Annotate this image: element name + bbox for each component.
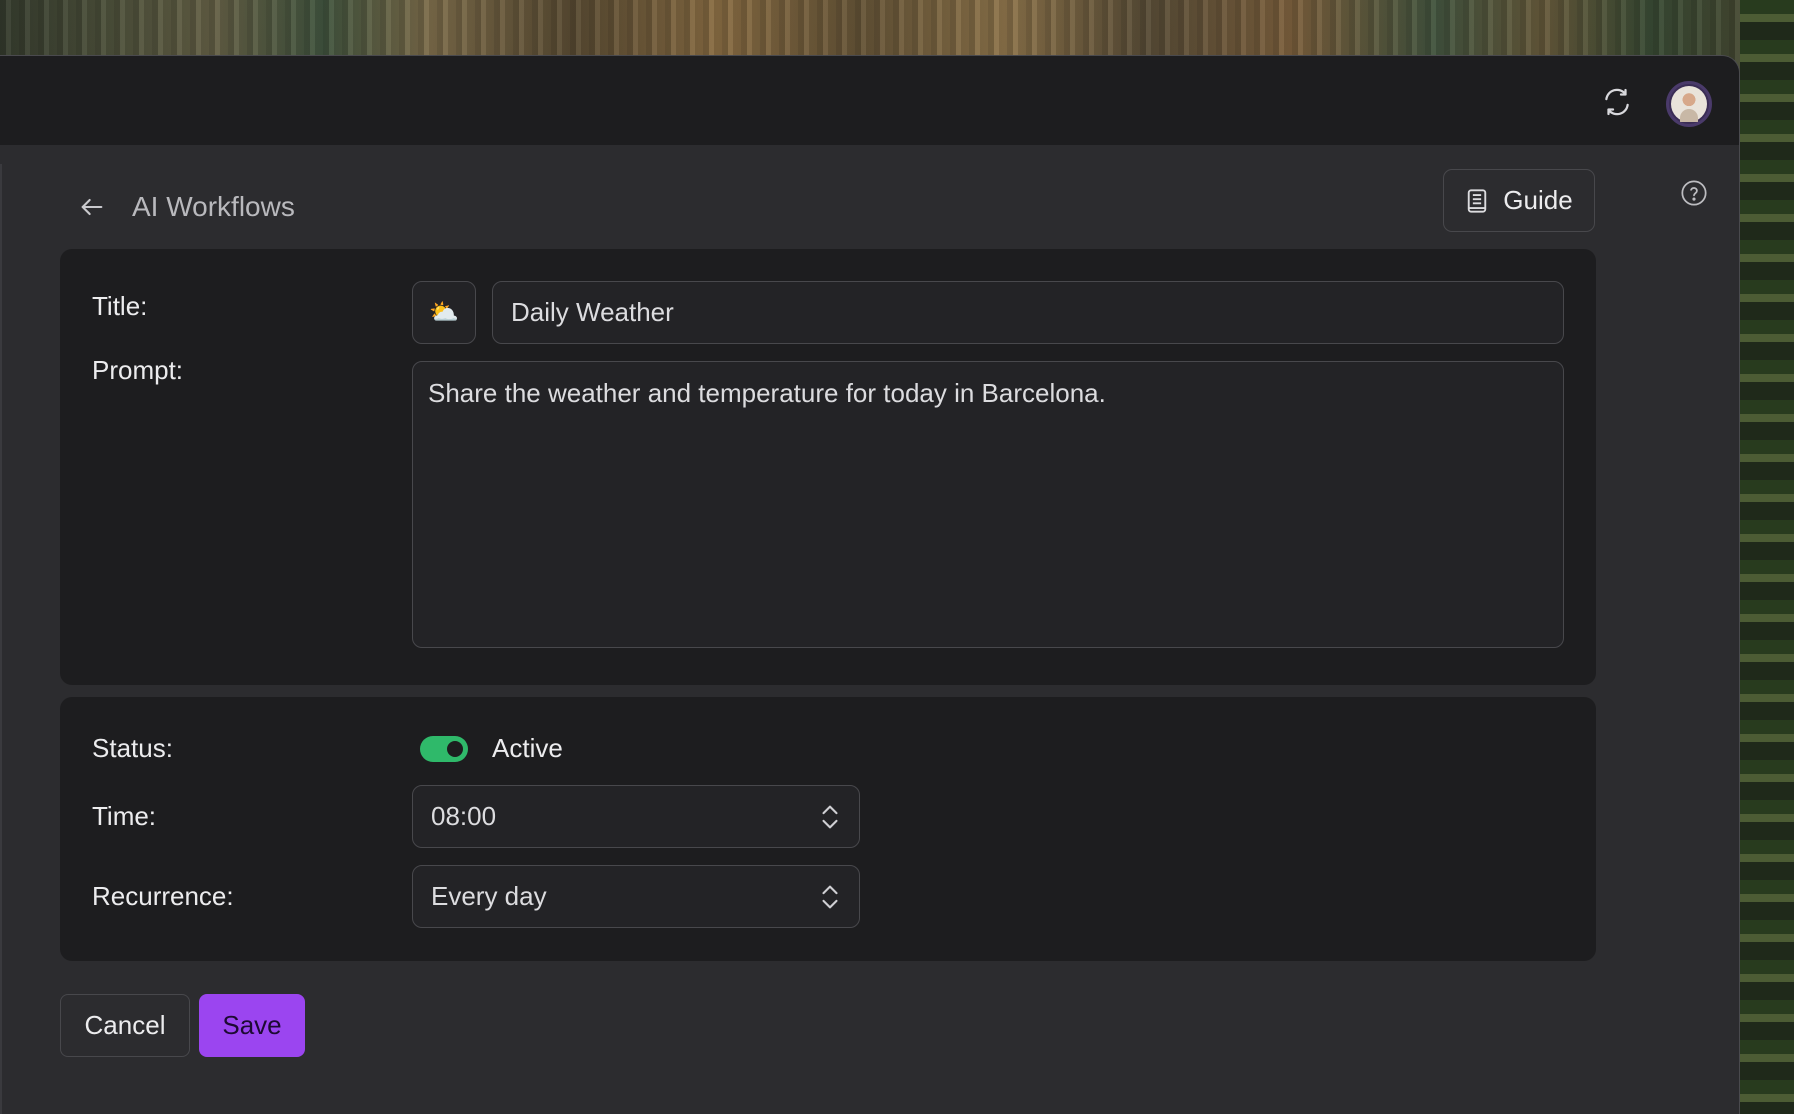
back-button[interactable] xyxy=(76,191,108,223)
app-window: AI Workflows Guide Title: ⛅ Daily Weathe… xyxy=(0,55,1740,1114)
page-header: AI Workflows xyxy=(76,179,295,235)
save-button[interactable]: Save xyxy=(199,994,305,1057)
workflow-details-card: Title: ⛅ Daily Weather Prompt: Share the… xyxy=(60,249,1596,685)
chevron-up-down-icon xyxy=(822,885,838,908)
guide-label: Guide xyxy=(1503,185,1573,215)
status-value: Active xyxy=(492,733,563,763)
question-icon xyxy=(1681,180,1707,206)
guide-button[interactable]: Guide xyxy=(1443,169,1595,232)
emoji-picker-button[interactable]: ⛅ xyxy=(412,281,476,344)
book-icon xyxy=(1468,188,1487,213)
chevron-up-down-icon xyxy=(822,805,838,828)
recurrence-label: Recurrence: xyxy=(92,881,234,911)
help-button[interactable] xyxy=(1679,178,1709,208)
recurrence-value: Every day xyxy=(431,881,547,911)
sync-button[interactable] xyxy=(1598,83,1636,121)
desktop-background-edge xyxy=(1740,0,1794,1114)
sync-icon xyxy=(1605,88,1629,116)
page-title: AI Workflows xyxy=(132,191,295,222)
sun-behind-cloud-icon: ⛅ xyxy=(429,299,459,326)
arrow-left-icon xyxy=(81,198,103,216)
prompt-label: Prompt: xyxy=(92,355,184,385)
prompt-textarea[interactable]: Share the weather and temperature for to… xyxy=(412,361,1564,648)
sidebar-edge xyxy=(0,164,2,1114)
time-label: Time: xyxy=(92,801,157,831)
time-select[interactable]: 08:00 xyxy=(412,785,860,848)
user-avatar[interactable] xyxy=(1666,81,1712,127)
cancel-button[interactable]: Cancel xyxy=(60,994,190,1057)
toggle-knob xyxy=(447,741,463,757)
avatar-photo xyxy=(1671,86,1707,122)
schedule-card: Status: Active Time: 08:00 Recurrence: E… xyxy=(60,697,1596,961)
title-label: Title: xyxy=(92,291,148,321)
title-input[interactable]: Daily Weather xyxy=(492,281,1564,344)
time-value: 08:00 xyxy=(431,801,497,831)
top-bar xyxy=(0,56,1739,145)
status-toggle[interactable] xyxy=(420,736,468,762)
status-label: Status: xyxy=(92,733,173,763)
recurrence-select[interactable]: Every day xyxy=(412,865,860,928)
